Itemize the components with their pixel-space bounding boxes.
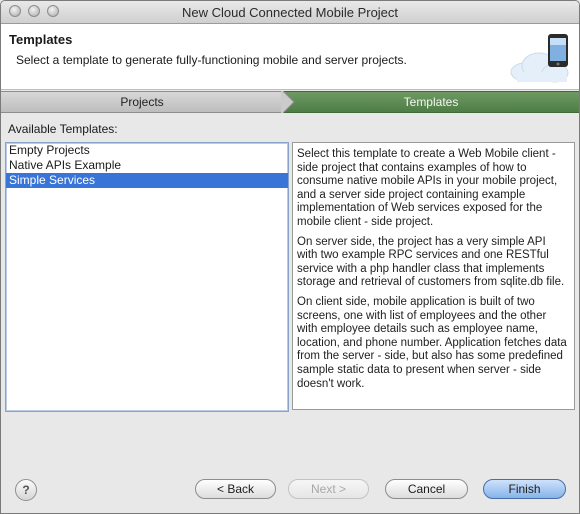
list-item-empty-projects[interactable]: Empty Projects bbox=[6, 143, 288, 158]
next-button[interactable]: Next > bbox=[288, 479, 369, 499]
step-templates[interactable]: Templates bbox=[283, 91, 579, 113]
page-title: Templates bbox=[9, 32, 73, 47]
mobile-cloud-icon bbox=[510, 34, 569, 83]
list-item-simple-services[interactable]: Simple Services bbox=[6, 173, 288, 188]
template-list[interactable]: Empty Projects Native APIs Example Simpl… bbox=[5, 142, 289, 412]
description-paragraph-2: On server side, the project has a very s… bbox=[297, 235, 565, 289]
wizard-steps: Projects Templates bbox=[1, 91, 579, 113]
description-paragraph-1: Select this template to create a Web Mob… bbox=[297, 148, 558, 228]
template-description-panel: Select this template to create a Web Mob… bbox=[292, 142, 575, 410]
cancel-button[interactable]: Cancel bbox=[385, 479, 468, 499]
help-icon[interactable]: ? bbox=[15, 479, 37, 501]
back-button[interactable]: < Back bbox=[195, 479, 276, 499]
button-bar: ? < Back Next > Cancel Finish bbox=[1, 469, 579, 513]
list-item-native-apis-example[interactable]: Native APIs Example bbox=[6, 158, 288, 173]
finish-button[interactable]: Finish bbox=[483, 479, 566, 499]
window-title: New Cloud Connected Mobile Project bbox=[181, 5, 399, 20]
page-description: Select a template to generate fully-func… bbox=[16, 53, 407, 67]
available-templates-label: Available Templates: bbox=[8, 122, 118, 136]
wizard-window: New Cloud Connected Mobile Project Templ… bbox=[0, 0, 580, 514]
step-separator-arrow bbox=[281, 91, 295, 113]
step-projects[interactable]: Projects bbox=[1, 91, 283, 113]
description-paragraph-3: On client side, mobile application is bu… bbox=[297, 295, 567, 390]
title-bar: New Cloud Connected Mobile Project bbox=[1, 1, 579, 24]
wizard-header: Templates Select a template to generate … bbox=[1, 24, 579, 90]
